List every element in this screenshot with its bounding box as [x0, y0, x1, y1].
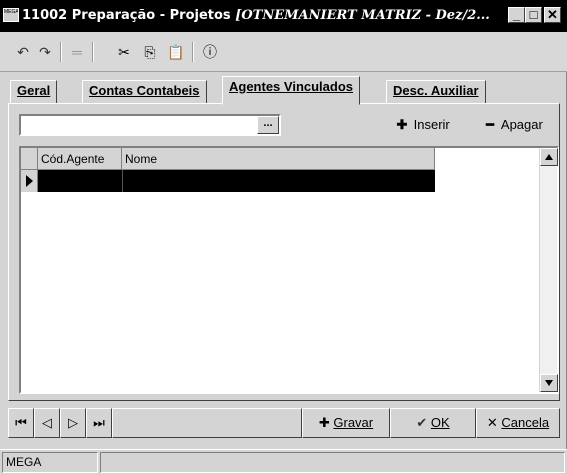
nav-spacer	[112, 408, 302, 438]
close-icon: ✕	[486, 415, 502, 430]
toolbar-separator	[192, 42, 194, 62]
window-title-company: [OTNEMANIERT MATRIZ - Dez/2...	[235, 8, 490, 23]
scroll-down-arrow-icon[interactable]	[540, 374, 558, 392]
plus-icon: ✚	[318, 415, 334, 430]
toolbar: ↶ ↷ ═ ✂ ⎘ 📋 ⓘ	[0, 32, 567, 72]
tab-desc-auxiliar[interactable]: Desc. Auxiliar	[386, 80, 486, 104]
delete-record-icon[interactable]: ═	[68, 41, 86, 63]
toolbar-separator	[60, 42, 62, 62]
insert-label: Inserir	[413, 117, 450, 132]
next-record-icon[interactable]: ▷	[60, 408, 86, 438]
tab-contas-contabeis[interactable]: Contas Contabeis	[82, 80, 207, 104]
navigation-bar: ⏮ ◁ ▷ ⏭ ✚ Gravar ✔ OK ✕ Cancela	[8, 408, 560, 438]
ok-button[interactable]: ✔ OK	[390, 408, 476, 438]
tab-label: Geral	[17, 83, 51, 98]
tab-strip: Geral Contas Contabeis Agentes Vinculado…	[8, 76, 560, 105]
delete-button[interactable]: ━ Apagar	[482, 117, 543, 133]
copy-icon[interactable]: ⎘	[140, 41, 160, 63]
last-record-icon[interactable]: ⏭	[86, 408, 112, 438]
current-row-indicator-icon	[21, 170, 38, 192]
cancel-label: Cancela	[501, 415, 550, 430]
delete-label: Apagar	[500, 117, 543, 132]
status-panel	[100, 452, 565, 473]
check-icon: ✔	[416, 415, 431, 430]
maximize-button[interactable]: □	[525, 7, 542, 23]
scroll-up-arrow-icon[interactable]	[540, 148, 558, 166]
tab-geral[interactable]: Geral	[10, 80, 58, 104]
cell-divider	[122, 170, 123, 192]
window-title-main: 11002 Preparação - Projetos	[22, 8, 231, 23]
insert-button[interactable]: ✚ Inserir	[394, 117, 450, 133]
lookup-ellipsis-button[interactable]: ...	[257, 116, 279, 134]
close-button[interactable]: ✕	[544, 7, 561, 23]
column-header-nome[interactable]: Nome	[122, 148, 435, 170]
minus-icon: ━	[486, 117, 494, 132]
tab-label: Desc. Auxiliar	[393, 83, 479, 98]
app-icon[interactable]: MEGA	[3, 8, 19, 22]
status-bar: MEGA	[0, 449, 567, 474]
status-text: MEGA	[2, 452, 98, 473]
tab-label: Agentes Vinculados	[229, 79, 354, 94]
tab-agentes-vinculados[interactable]: Agentes Vinculados	[222, 76, 361, 105]
column-header-cod-agente[interactable]: Cód.Agente	[38, 148, 122, 170]
window-title: 11002 Preparação - Projetos [OTNEMANIERT…	[22, 8, 490, 23]
table-row[interactable]	[21, 170, 435, 192]
agent-lookup-field[interactable]	[19, 114, 281, 136]
info-icon[interactable]: ⓘ	[200, 41, 220, 63]
cancel-button[interactable]: ✕ Cancela	[476, 408, 560, 438]
previous-record-icon[interactable]: ◁	[34, 408, 60, 438]
toolbar-separator	[92, 42, 94, 62]
minimize-button[interactable]: _	[508, 7, 525, 23]
redo-icon[interactable]: ↷	[36, 41, 54, 63]
undo-icon[interactable]: ↶	[14, 41, 32, 63]
vertical-scrollbar[interactable]	[539, 148, 558, 392]
grid-header: Cód.Agente Nome	[21, 148, 435, 170]
title-bar[interactable]: MEGA 11002 Preparação - Projetos [OTNEMA…	[0, 0, 567, 32]
first-record-icon[interactable]: ⏮	[8, 408, 34, 438]
cut-icon[interactable]: ✂	[114, 41, 134, 63]
agents-grid[interactable]: Cód.Agente Nome	[19, 146, 559, 394]
tab-label: Contas Contabeis	[89, 83, 200, 98]
row-indicator-header	[21, 148, 38, 170]
save-button[interactable]: ✚ Gravar	[302, 408, 390, 438]
save-label: Gravar	[333, 415, 374, 430]
plus-icon: ✚	[396, 117, 408, 132]
paste-icon[interactable]: 📋	[166, 41, 186, 63]
ok-label: OK	[430, 415, 450, 430]
main-window: MEGA 11002 Preparação - Projetos [OTNEMA…	[0, 0, 567, 474]
